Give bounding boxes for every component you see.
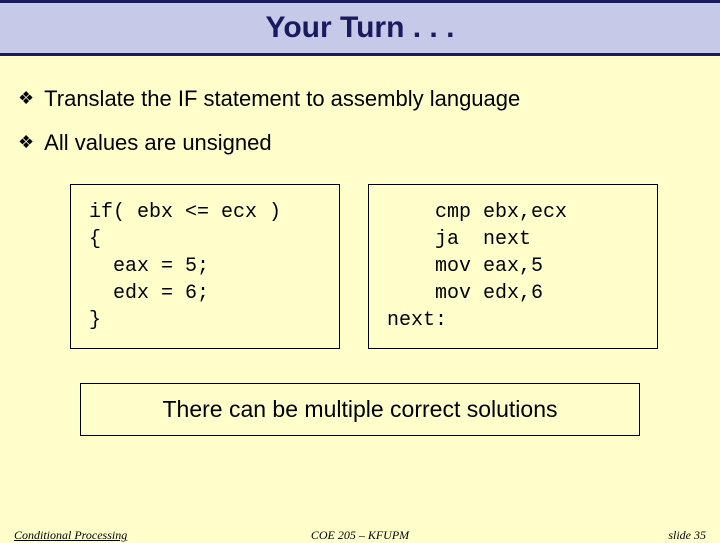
bullet-text: Translate the IF statement to assembly l… (44, 86, 520, 112)
bullet-item: ❖ Translate the IF statement to assembly… (18, 86, 702, 112)
bullet-text: All values are unsigned (44, 130, 271, 156)
code-box-c: if( ebx <= ecx ) { eax = 5; edx = 6; } (70, 184, 340, 349)
bullet-item: ❖ All values are unsigned (18, 130, 702, 156)
footer-left: Conditional Processing (14, 528, 127, 543)
content-area: ❖ Translate the IF statement to assembly… (0, 56, 720, 436)
code-box-asm: cmp ebx,ecx ja next mov eax,5 mov edx,6 … (368, 184, 658, 349)
slide-title: Your Turn . . . (266, 11, 455, 45)
note-box: There can be multiple correct solutions (80, 383, 640, 436)
diamond-bullet-icon: ❖ (18, 132, 34, 153)
diamond-bullet-icon: ❖ (18, 88, 34, 109)
title-bar: Your Turn . . . (0, 0, 720, 56)
code-box-row: if( ebx <= ecx ) { eax = 5; edx = 6; } c… (18, 184, 702, 349)
footer-center: COE 205 – KFUPM (311, 528, 409, 543)
footer-right: slide 35 (668, 528, 706, 543)
